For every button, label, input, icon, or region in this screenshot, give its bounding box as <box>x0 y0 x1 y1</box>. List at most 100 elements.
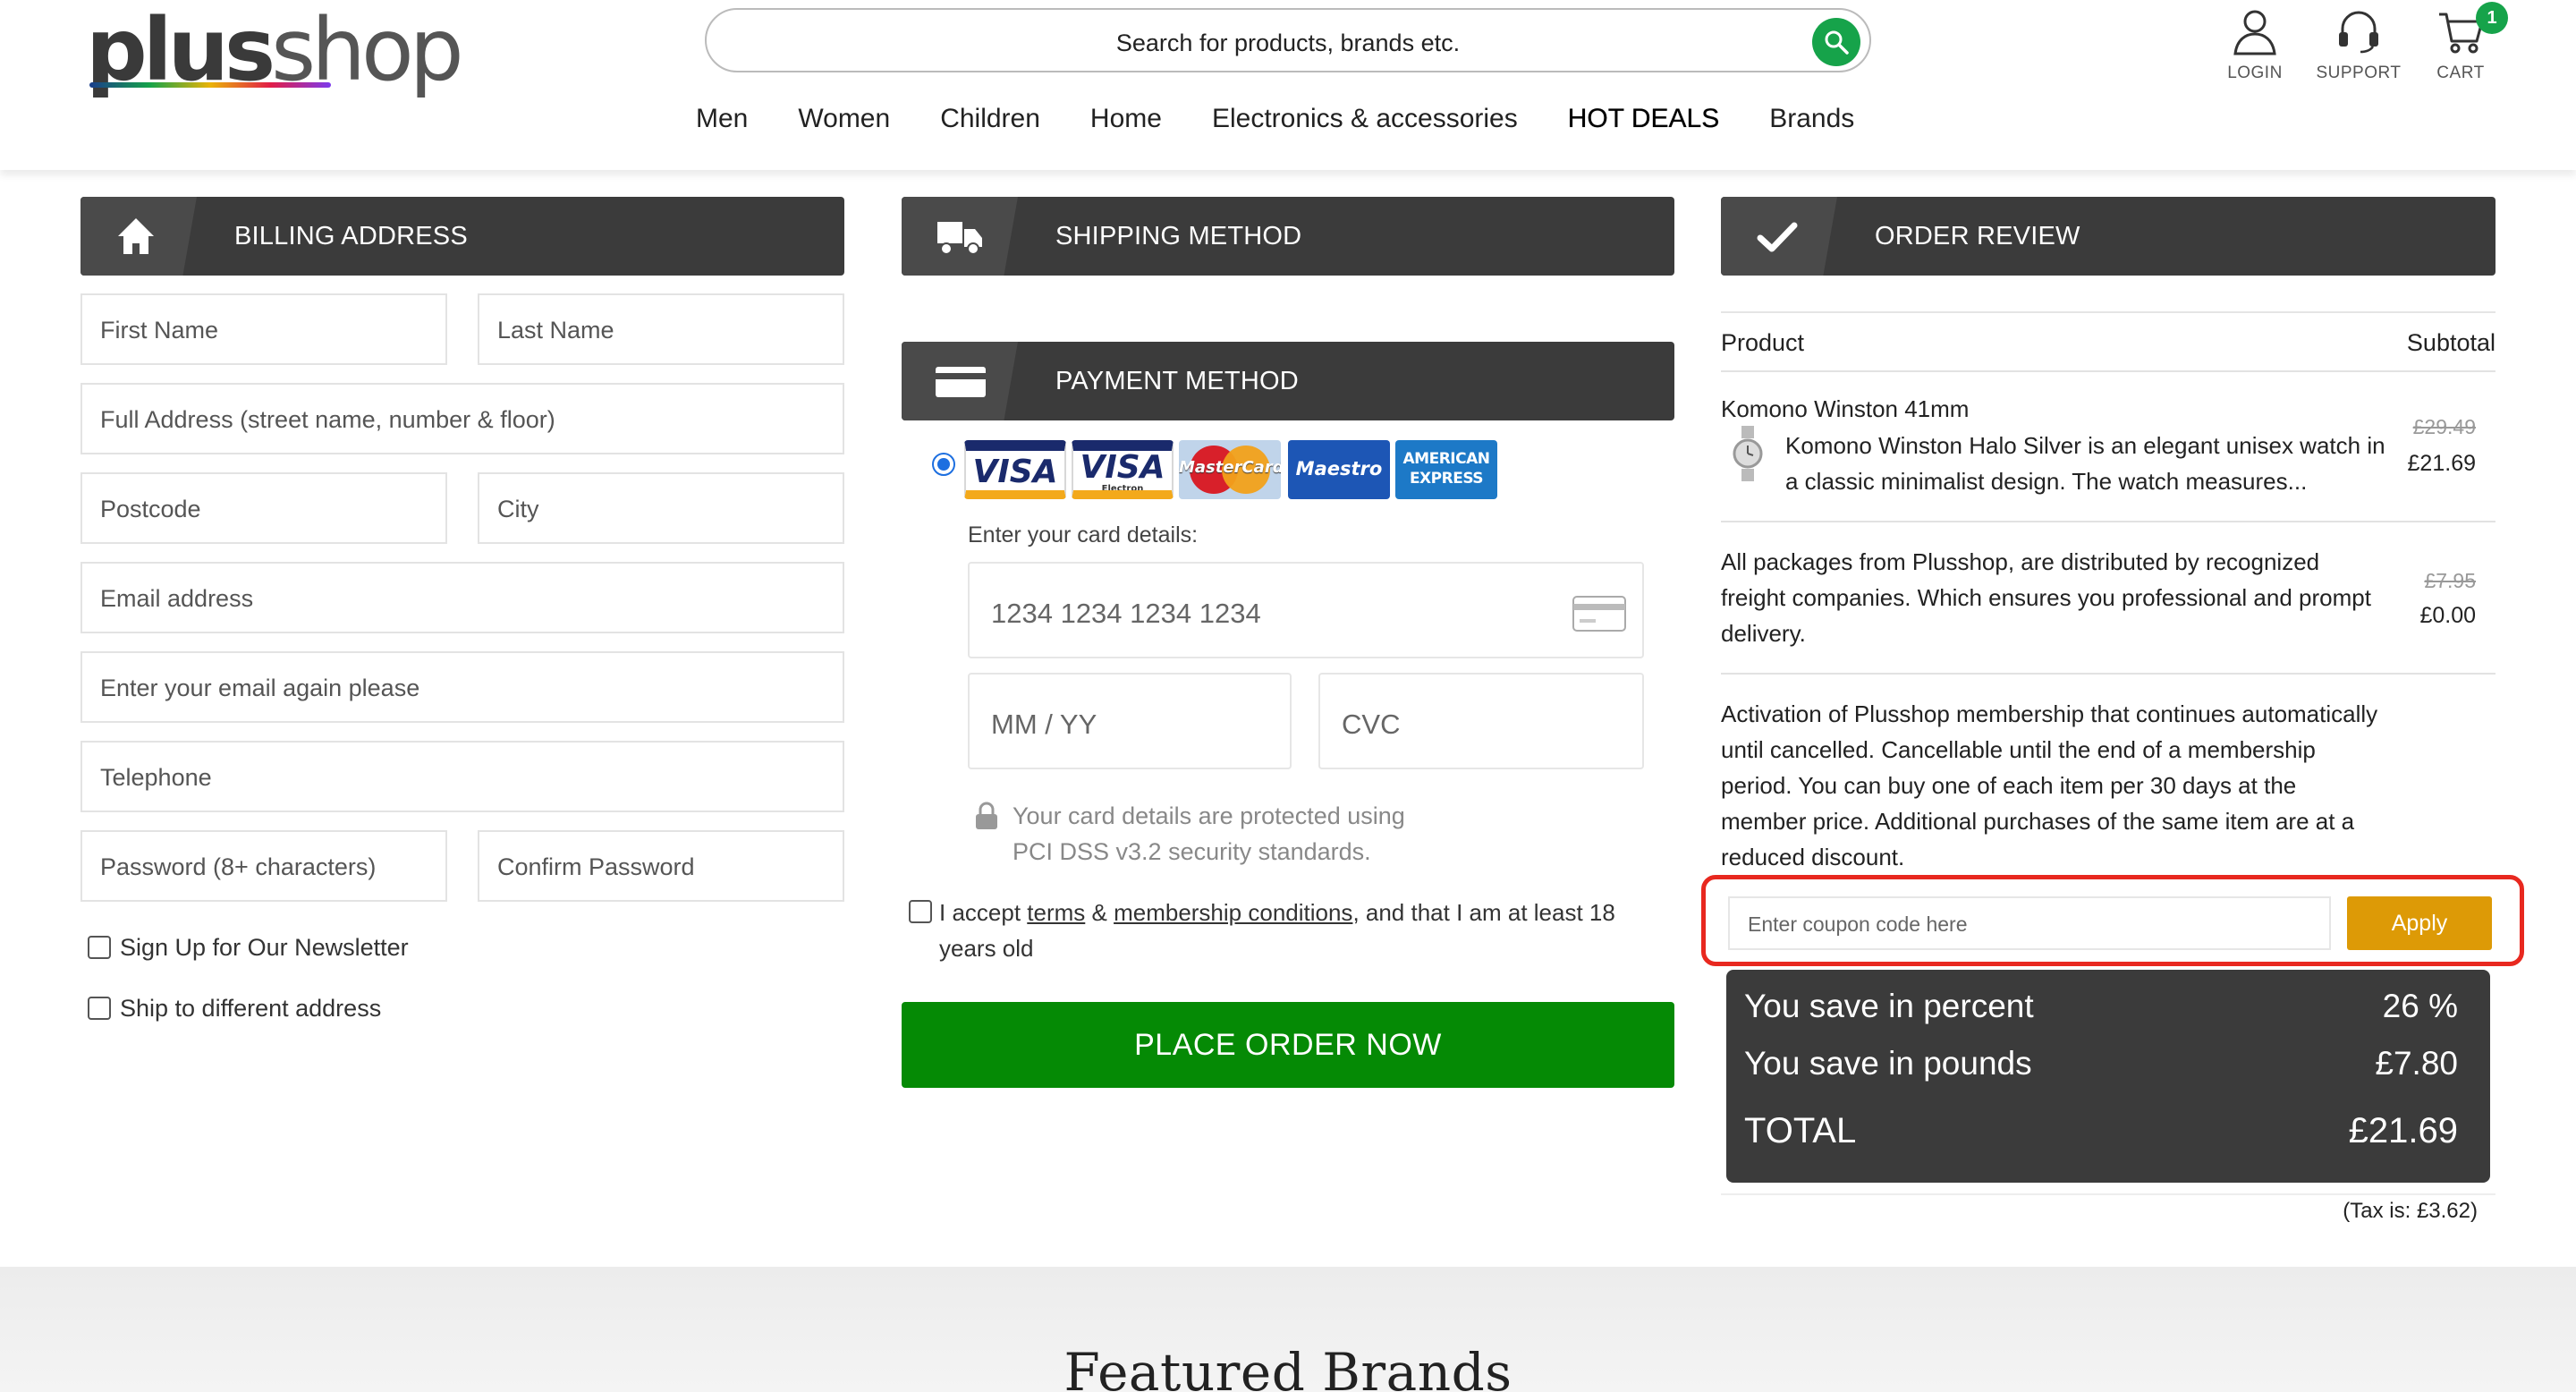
mastercard-text: MasterCard <box>1179 458 1281 477</box>
total-row: TOTAL £21.69 <box>1744 1111 2458 1151</box>
first-name-placeholder: First Name <box>100 317 219 344</box>
credit-card-icon <box>936 367 986 397</box>
email-field[interactable]: Email address <box>80 562 844 633</box>
postcode-placeholder: Postcode <box>100 496 201 522</box>
login-label: LOGIN <box>2227 64 2283 82</box>
full-address-field[interactable]: Full Address (street name, number & floo… <box>80 383 844 454</box>
visa-text: VISA <box>972 454 1058 490</box>
newsletter-label[interactable]: Sign Up for Our Newsletter <box>120 934 409 962</box>
nav-item-home[interactable]: Home <box>1090 104 1162 134</box>
billing-address-title: BILLING ADDRESS <box>234 222 468 250</box>
confirm-password-placeholder: Confirm Password <box>497 853 695 880</box>
password-field[interactable]: Password (8+ characters) <box>80 830 447 902</box>
nav-item-electronics[interactable]: Electronics & accessories <box>1212 104 1518 134</box>
ship-different-checkbox[interactable] <box>88 997 111 1020</box>
search-bar[interactable]: Search for products, brands etc. <box>705 8 1871 72</box>
security-line-1: Your card details are protected using <box>1013 802 1405 829</box>
featured-brands-title: Featured Brands <box>1063 1342 1513 1392</box>
card-number-placeholder: 1234 1234 1234 1234 <box>991 598 1261 629</box>
apply-coupon-button[interactable]: Apply <box>2347 896 2492 950</box>
maestro-text: Maestro <box>1295 458 1383 480</box>
save-percent-value: 26 % <box>2382 988 2458 1024</box>
terms-link[interactable]: terms <box>1027 899 1085 926</box>
search-icon <box>1825 30 1849 55</box>
house-icon <box>118 218 154 254</box>
confirm-password-field[interactable]: Confirm Password <box>478 830 844 902</box>
card-icon <box>1572 596 1626 632</box>
nav-item-hot-deals[interactable]: HOT DEALS <box>1568 104 1720 134</box>
billing-address-header: BILLING ADDRESS <box>80 197 844 276</box>
truck-icon <box>937 222 982 255</box>
amex-line2: EXPRESS <box>1409 470 1484 488</box>
totals-box: You save in percent 26 % You save in poun… <box>1726 970 2490 1183</box>
payment-icon-box <box>902 342 1018 420</box>
save-pounds-label: You save in pounds <box>1744 1045 2032 1082</box>
place-order-button[interactable]: PLACE ORDER NOW <box>902 1002 1674 1088</box>
card-details-label: Enter your card details: <box>968 522 1199 547</box>
expiry-field[interactable]: MM / YY <box>968 673 1292 769</box>
security-line-2: PCI DSS v3.2 security standards. <box>1013 838 1371 865</box>
card-number-field[interactable]: 1234 1234 1234 1234 <box>968 562 1644 658</box>
cvc-placeholder: CVC <box>1342 709 1401 740</box>
telephone-field[interactable]: Telephone <box>80 741 844 812</box>
product-price: £21.69 <box>2407 451 2476 476</box>
total-label: TOTAL <box>1744 1111 1857 1150</box>
product-column-header: Product <box>1721 329 1805 356</box>
amex-logo: AMERICAN EXPRESS <box>1395 440 1497 499</box>
site-header: plusshop Search for products, brands etc… <box>0 0 2576 170</box>
membership-conditions-link[interactable]: membership conditions <box>1114 899 1352 926</box>
product-old-price: £29.49 <box>2412 415 2476 438</box>
mastercard-logo: MasterCard <box>1179 440 1281 499</box>
ship-different-label[interactable]: Ship to different address <box>120 995 381 1023</box>
search-input[interactable]: Search for products, brands etc. <box>707 30 1869 57</box>
login-link[interactable]: LOGIN <box>2206 5 2304 83</box>
billing-icon-box <box>80 197 197 276</box>
payment-method-header: PAYMENT METHOD <box>902 342 1674 420</box>
postcode-field[interactable]: Postcode <box>80 472 447 544</box>
first-name-field[interactable]: First Name <box>80 293 447 365</box>
terms-checkbox[interactable] <box>909 900 932 923</box>
email-confirm-field[interactable]: Enter your email again please <box>80 651 844 723</box>
support-link[interactable]: SUPPORT <box>2309 5 2408 83</box>
search-button[interactable] <box>1812 18 1860 66</box>
product-name: Komono Winston 41mm <box>1721 395 1970 422</box>
coupon-placeholder: Enter coupon code here <box>1748 912 1968 936</box>
total-value: £21.69 <box>2348 1111 2458 1150</box>
subtotal-column-header: Subtotal <box>2406 329 2496 356</box>
amex-line1: AMERICAN <box>1402 450 1490 468</box>
membership-description: Activation of Plusshop membership that c… <box>1721 700 2378 870</box>
review-table-header: Product Subtotal <box>1721 311 2496 370</box>
visa-electron-text: VISA <box>1080 449 1165 486</box>
terms-text: I accept terms & membership conditions, … <box>939 895 1637 966</box>
headset-icon <box>2339 11 2378 54</box>
coupon-input[interactable]: Enter coupon code here <box>1728 896 2331 950</box>
nav-item-women[interactable]: Women <box>798 104 890 134</box>
review-icon-box <box>1721 197 1837 276</box>
nav-item-children[interactable]: Children <box>940 104 1040 134</box>
divider <box>1721 370 2496 372</box>
checkmark-icon <box>1757 222 1798 252</box>
nav-item-men[interactable]: Men <box>696 104 748 134</box>
nav-item-brands[interactable]: Brands <box>1769 104 1854 134</box>
newsletter-checkbox[interactable] <box>88 936 111 959</box>
visa-logo: VISA <box>964 440 1066 499</box>
product-description: Komono Winston Halo Silver is an elegant… <box>1785 432 2385 495</box>
telephone-placeholder: Telephone <box>100 764 212 791</box>
terms-pre: I accept <box>939 899 1028 926</box>
last-name-field[interactable]: Last Name <box>478 293 844 365</box>
city-field[interactable]: City <box>478 472 844 544</box>
divider <box>1721 1193 2496 1195</box>
lock-icon <box>976 802 997 829</box>
plusshop-logo[interactable]: plusshop <box>86 5 464 95</box>
user-icon <box>2233 10 2276 55</box>
shipping-icon-box <box>902 197 1018 276</box>
visa-electron-logo: VISA Electron <box>1072 440 1174 499</box>
card-payment-radio[interactable] <box>932 453 955 476</box>
shipping-method-title: SHIPPING METHOD <box>1055 222 1302 250</box>
cart-label: CART <box>2436 64 2485 82</box>
payment-method-title: PAYMENT METHOD <box>1055 367 1299 395</box>
cart-link[interactable]: 1 CART <box>2411 2 2510 83</box>
save-pounds-row: You save in pounds £7.80 <box>1744 1045 2458 1082</box>
save-percent-label: You save in percent <box>1744 988 2034 1024</box>
cvc-field[interactable]: CVC <box>1318 673 1644 769</box>
